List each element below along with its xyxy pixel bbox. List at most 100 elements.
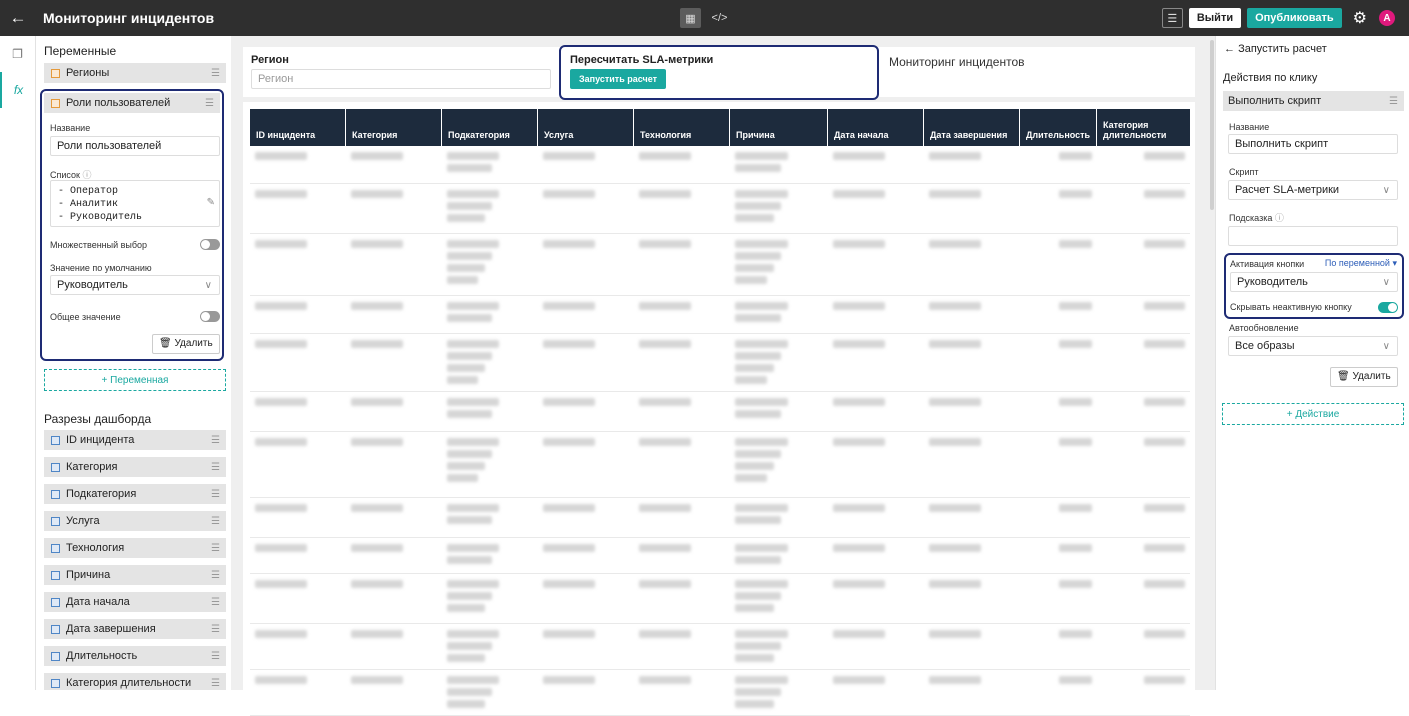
redacted-text [447, 302, 499, 310]
redacted-text [255, 190, 307, 198]
hint-input[interactable] [1228, 226, 1398, 246]
delete-action-button[interactable]: 🗑 Удалить [1330, 367, 1398, 387]
back-arrow-icon[interactable]: ← [0, 0, 36, 36]
variable-item-regions[interactable]: Регионы ☰ [44, 63, 226, 83]
table-row[interactable] [250, 296, 1190, 334]
drag-handle-icon[interactable]: ☰ [1389, 96, 1398, 107]
table-cell [442, 574, 538, 623]
redacted-text [543, 152, 595, 160]
hide-inactive-toggle[interactable] [1378, 302, 1398, 313]
autoupdate-select[interactable]: Все образы ∨ [1228, 336, 1398, 356]
table-cell [828, 184, 924, 233]
table-cell [924, 624, 1020, 669]
slice-item[interactable]: Услуга ☰ [44, 511, 226, 531]
table-row[interactable] [250, 146, 1190, 184]
exit-button[interactable]: Выйти [1188, 8, 1242, 28]
column-header[interactable]: Категория длительности [1097, 109, 1190, 146]
table-row[interactable] [250, 432, 1190, 498]
table-row[interactable] [250, 574, 1190, 624]
drag-handle-icon[interactable]: ☰ [211, 597, 220, 608]
activation-mode-dropdown[interactable]: По переменной ▾ [1325, 258, 1397, 269]
table-row[interactable] [250, 538, 1190, 574]
table-row[interactable] [250, 392, 1190, 432]
slice-item[interactable]: Категория ☰ [44, 457, 226, 477]
drag-handle-icon[interactable]: ☰ [211, 543, 220, 554]
grid-view-icon[interactable]: ▦ [680, 8, 701, 28]
column-header[interactable]: Услуга [538, 109, 634, 146]
drag-handle-icon[interactable]: ☰ [211, 68, 220, 79]
add-action-button[interactable]: + Действие [1222, 403, 1404, 425]
table-row[interactable] [250, 234, 1190, 296]
drag-handle-icon[interactable]: ☰ [211, 651, 220, 662]
column-header[interactable]: Дата завершения [924, 109, 1020, 146]
column-header[interactable]: Подкатегория [442, 109, 538, 146]
table-row[interactable] [250, 498, 1190, 538]
table-row[interactable] [250, 670, 1190, 716]
slice-item[interactable]: Подкатегория ☰ [44, 484, 226, 504]
table-row[interactable] [250, 624, 1190, 670]
redacted-text [639, 240, 691, 248]
variable-item-roles[interactable]: Роли пользователей ☰ [44, 93, 220, 113]
table-cell [1097, 432, 1190, 497]
redacted-text [447, 398, 499, 406]
slice-item[interactable]: Длительность ☰ [44, 646, 226, 666]
table-cell [634, 624, 730, 669]
slice-item[interactable]: Дата начала ☰ [44, 592, 226, 612]
table-row[interactable] [250, 334, 1190, 392]
redacted-text [929, 438, 981, 446]
redacted-text [1143, 152, 1185, 160]
redacted-text [447, 264, 485, 272]
publish-button[interactable]: Опубликовать [1247, 8, 1342, 28]
sla-widget: Пересчитать SLA-метрики Запустить расчет [559, 45, 879, 100]
panel-header[interactable]: ← Запустить расчет [1224, 43, 1327, 55]
table-cell [730, 234, 828, 295]
name-field[interactable]: Роли пользователей [50, 136, 220, 156]
table-cell [538, 432, 634, 497]
run-calculation-button[interactable]: Запустить расчет [570, 69, 667, 89]
activation-select[interactable]: Руководитель ∨ [1230, 272, 1398, 292]
edit-icon[interactable]: ✎ [207, 197, 215, 210]
slice-item[interactable]: Технология ☰ [44, 538, 226, 558]
drag-handle-icon[interactable]: ☰ [211, 435, 220, 446]
slice-item[interactable]: ID инцидента ☰ [44, 430, 226, 450]
multi-select-toggle[interactable] [200, 239, 220, 250]
drag-handle-icon[interactable]: ☰ [211, 489, 220, 500]
table-cell [634, 574, 730, 623]
column-header[interactable]: Дата начала [828, 109, 924, 146]
list-textarea[interactable]: - Оператор - Аналитик - Руководитель ✎ [50, 180, 220, 227]
column-header[interactable]: Причина [730, 109, 828, 146]
slice-item[interactable]: Категория длительности ☰ [44, 673, 226, 690]
drag-handle-icon[interactable]: ☰ [211, 624, 220, 635]
function-icon[interactable]: fx [0, 72, 35, 108]
drag-handle-icon[interactable]: ☰ [211, 570, 220, 581]
shared-value-toggle[interactable] [200, 311, 220, 322]
code-icon[interactable]: </> [709, 8, 730, 28]
drag-handle-icon[interactable]: ☰ [205, 98, 214, 109]
gear-icon[interactable]: ⚙ [1353, 8, 1367, 28]
script-select[interactable]: Расчет SLA-метрики ∨ [1228, 180, 1398, 200]
column-header[interactable]: ID инцидента [250, 109, 346, 146]
back-arrow-icon[interactable]: ← [1224, 43, 1235, 55]
scrollbar[interactable] [1210, 40, 1214, 210]
drag-handle-icon[interactable]: ☰ [211, 678, 220, 689]
table-cell [828, 538, 924, 573]
slice-item[interactable]: Дата завершения ☰ [44, 619, 226, 639]
drag-handle-icon[interactable]: ☰ [211, 462, 220, 473]
table-cell [924, 296, 1020, 333]
column-header[interactable]: Технология [634, 109, 730, 146]
action-name-field[interactable]: Выполнить скрипт [1228, 134, 1398, 154]
avatar[interactable]: A [1379, 10, 1395, 26]
column-header[interactable]: Категория [346, 109, 442, 146]
tree-icon[interactable]: ☰ [1161, 8, 1183, 28]
action-item[interactable]: Выполнить скрипт ☰ [1223, 91, 1404, 111]
column-header[interactable]: Длительность [1020, 109, 1097, 146]
slice-item[interactable]: Причина ☰ [44, 565, 226, 585]
region-input[interactable]: Регион [251, 69, 551, 89]
add-variable-button[interactable]: + Переменная [44, 369, 226, 391]
pages-icon[interactable]: ❐ [0, 36, 35, 72]
table-row[interactable] [250, 184, 1190, 234]
table-cell [1020, 498, 1097, 537]
delete-button[interactable]: 🗑 Удалить [152, 334, 220, 354]
drag-handle-icon[interactable]: ☰ [211, 516, 220, 527]
default-value-select[interactable]: Руководитель ∨ [50, 275, 220, 295]
